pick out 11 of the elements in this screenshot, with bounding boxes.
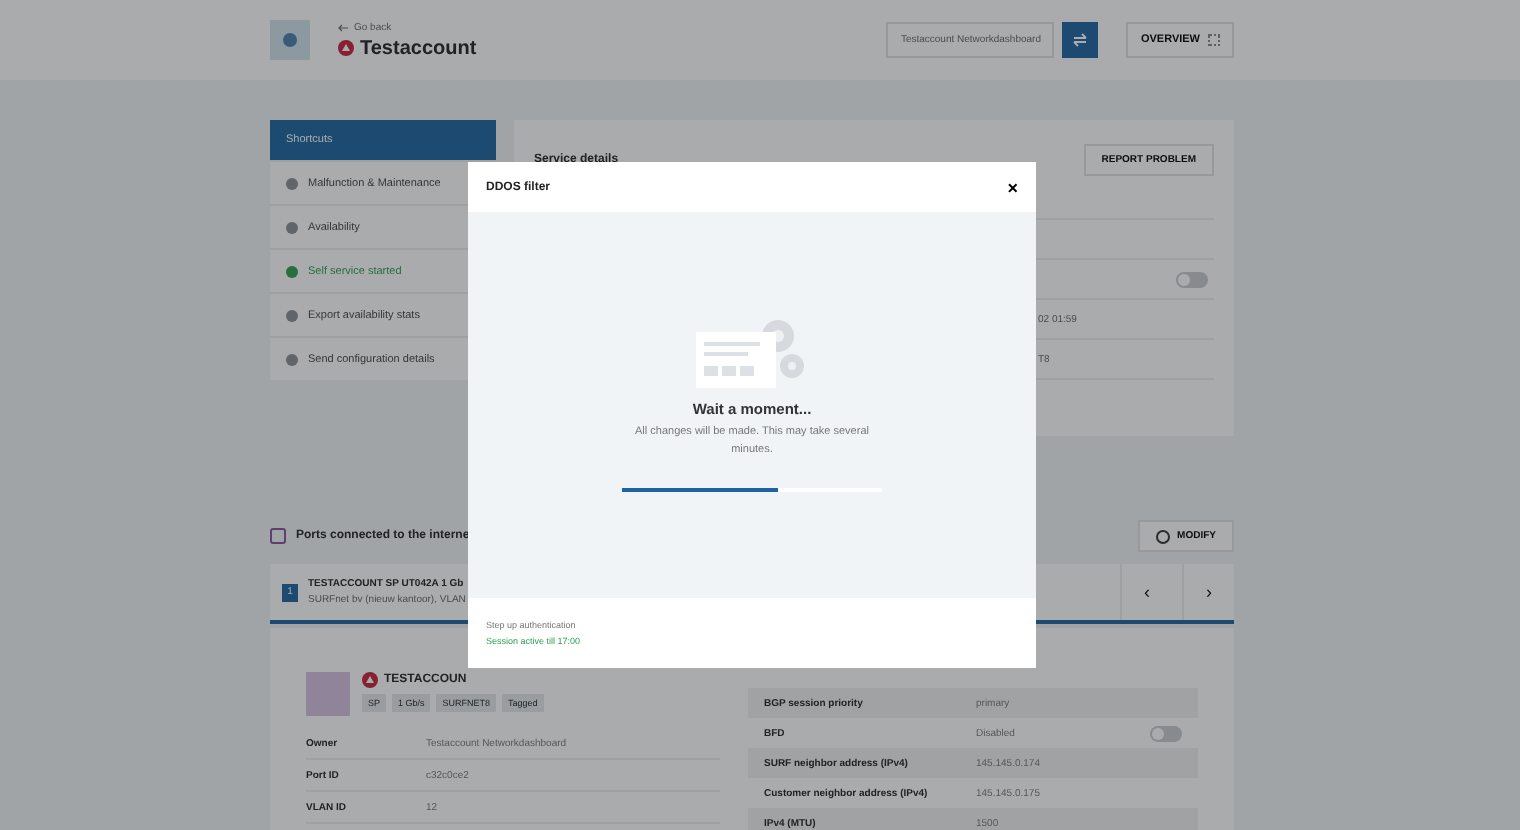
- alert-icon: [338, 40, 354, 56]
- grid-icon: [1208, 34, 1220, 46]
- switch-icon: [1072, 32, 1089, 48]
- toggle-switch[interactable]: [1176, 271, 1208, 287]
- switch-button[interactable]: [1062, 22, 1099, 58]
- close-button[interactable]: ×: [1007, 177, 1018, 197]
- port-icon: [270, 528, 286, 544]
- toggle-switch[interactable]: [1150, 725, 1182, 741]
- account-title: Testaccount: [360, 37, 477, 59]
- alert-icon: [362, 672, 378, 688]
- back-arrow-icon: [338, 23, 348, 31]
